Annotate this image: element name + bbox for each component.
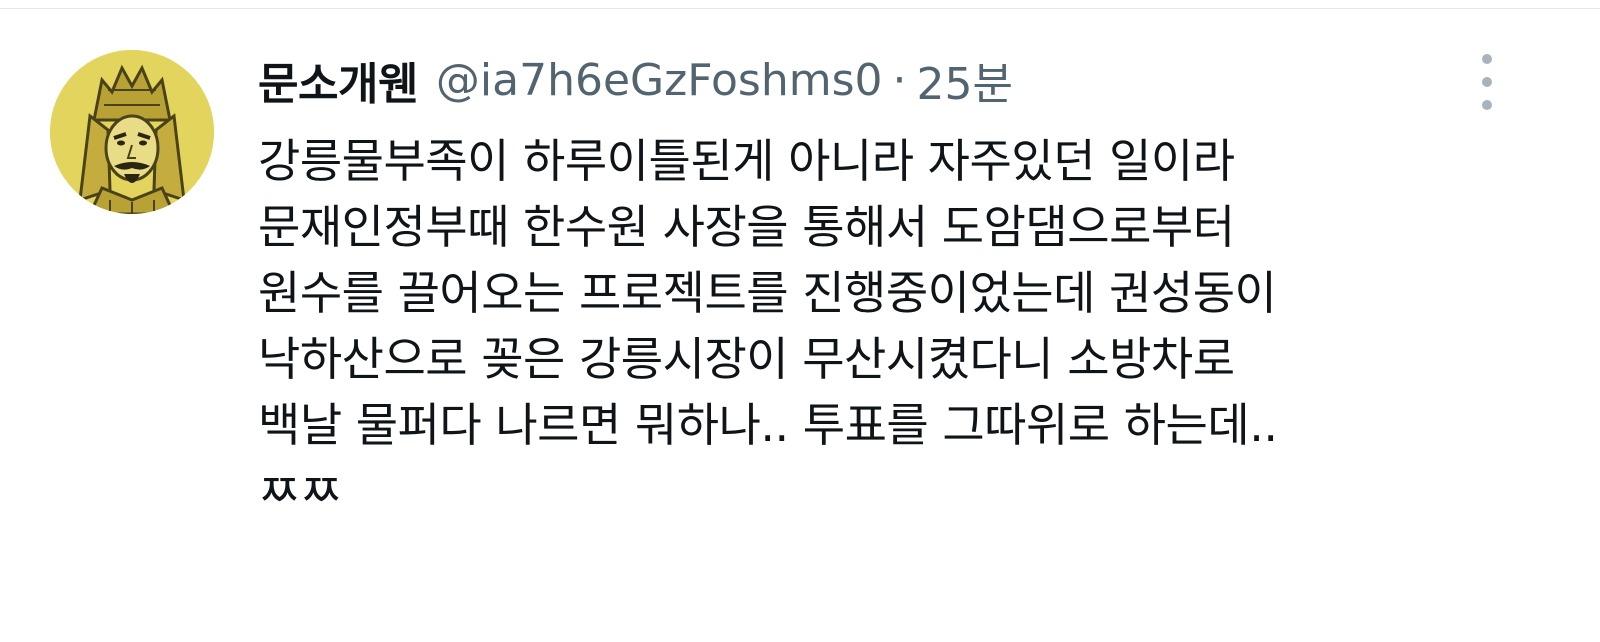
tweet-header: 문소개웬 @ia7h6eGzFoshms0 · 25분 xyxy=(258,40,1013,120)
tweet-text-line: 낙하산으로 꽂은 강릉시장이 무산시켰다니 소방차로 xyxy=(258,332,1235,386)
display-name[interactable]: 문소개웬 xyxy=(258,48,418,112)
tweet-text-line: ㅉㅉ xyxy=(258,464,342,518)
tweet-card[interactable]: 문소개웬 @ia7h6eGzFoshms0 · 25분 강릉물부족이 하루이틀된… xyxy=(0,0,1600,642)
more-dot-icon xyxy=(1482,77,1492,87)
tweet-text-line: 문재인정부때 한수원 사장을 통해서 도암댐으로부터 xyxy=(258,200,1235,254)
more-options-button[interactable] xyxy=(1470,54,1504,110)
tweet-text-line: 원수를 끌어오는 프로젝트를 진행중이었는데 권성동이 xyxy=(258,266,1277,320)
timestamp[interactable]: 25분 xyxy=(917,48,1013,112)
tweet-text-line: 백날 물퍼다 나르면 뭐하나.. 투표를 그따위로 하는데.. xyxy=(258,398,1278,452)
user-handle[interactable]: @ia7h6eGzFoshms0 xyxy=(436,55,883,106)
avatar-portrait-icon xyxy=(50,50,214,214)
tweet-text: 강릉물부족이 하루이틀된게 아니라 자주있던 일이라 문재인정부때 한수원 사장… xyxy=(258,128,1568,524)
separator-dot: · xyxy=(892,54,907,106)
more-dot-icon xyxy=(1482,54,1492,64)
tweet-text-line: 강릉물부족이 하루이틀된게 아니라 자주있던 일이라 xyxy=(258,134,1235,188)
avatar[interactable] xyxy=(50,50,214,214)
more-dot-icon xyxy=(1482,100,1492,110)
